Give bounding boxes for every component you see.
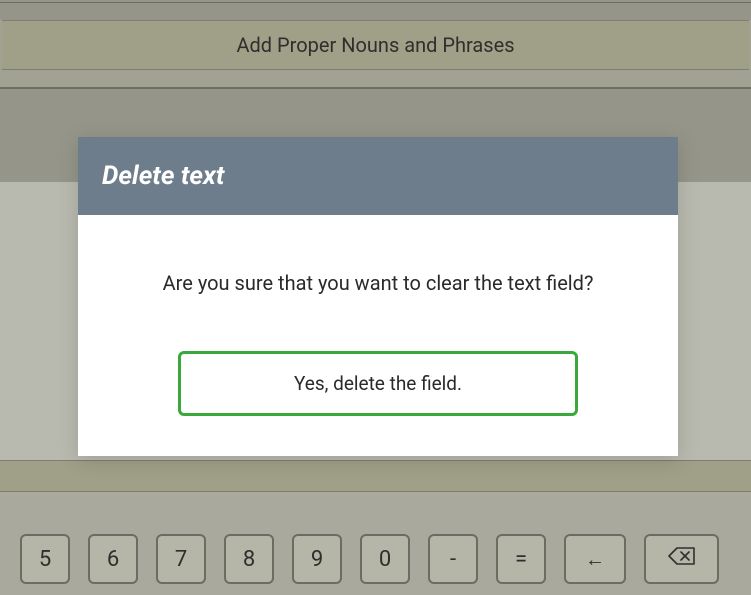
modal-body: Are you sure that you want to clear the …: [78, 215, 678, 456]
modal-message: Are you sure that you want to clear the …: [102, 271, 654, 295]
confirm-delete-button[interactable]: Yes, delete the field.: [178, 351, 578, 416]
page-container: Add Proper Nouns and Phrases 5 6 7 8 9 0…: [0, 0, 751, 595]
delete-text-modal: Delete text Are you sure that you want t…: [78, 137, 678, 456]
modal-header: Delete text: [78, 137, 678, 215]
modal-title: Delete text: [102, 161, 224, 191]
